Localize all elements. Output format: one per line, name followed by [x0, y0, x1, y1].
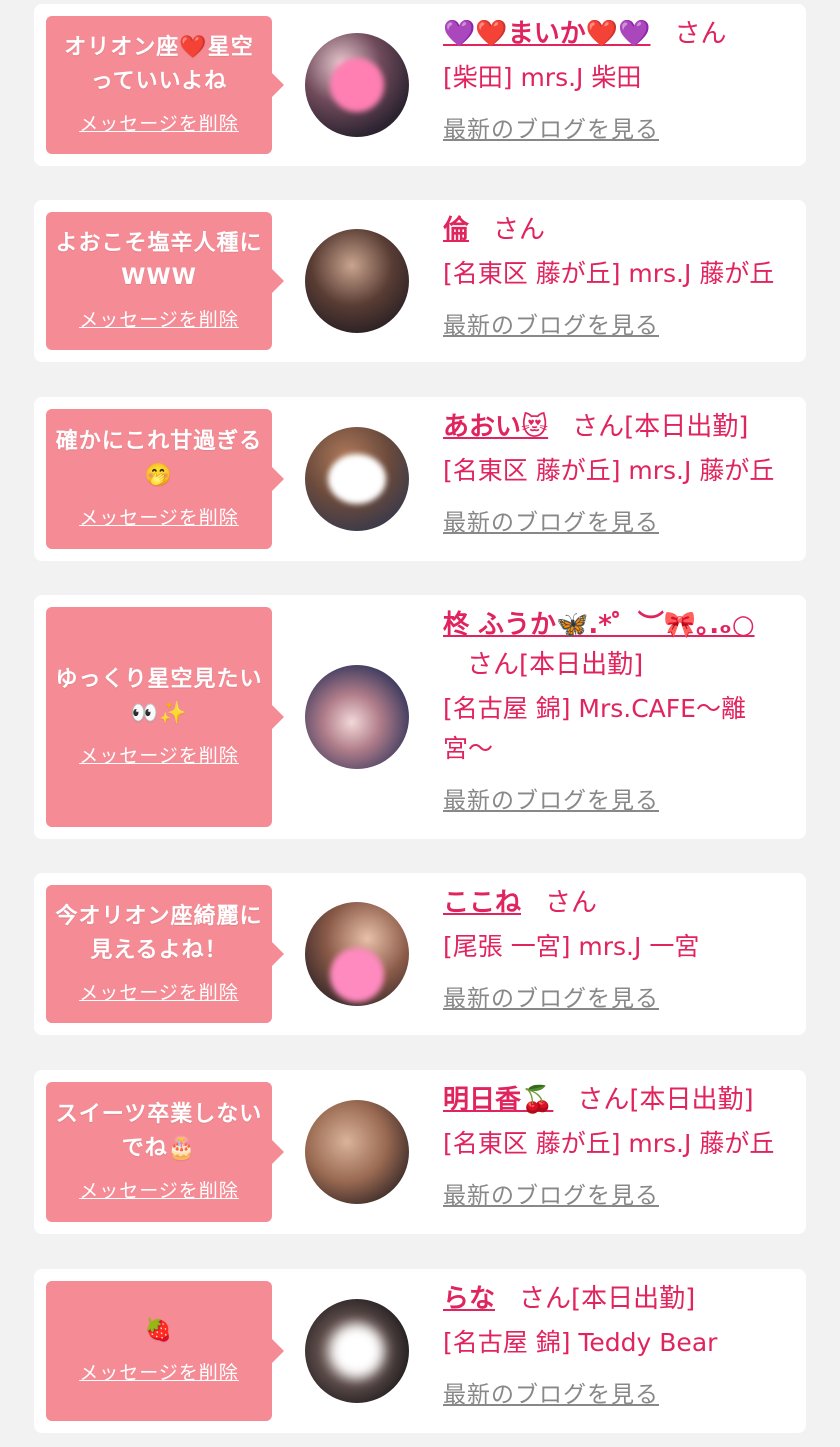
status-badge: [本日出勤] [571, 1284, 696, 1314]
message-bubble: 確かにこれ甘過ぎる🤭 メッセージを削除 [46, 409, 284, 549]
status-badge: [本日出勤] [629, 1085, 754, 1115]
message-bubble: ゆっくり星空見たい👀✨ メッセージを削除 [46, 607, 284, 827]
delete-message-link[interactable]: メッセージを削除 [79, 305, 239, 332]
cast-name-link[interactable]: 明日香🍒 [443, 1085, 553, 1115]
profile-info: らな さん[本日出勤] [名古屋 錦] Teddy Bear 最新のブログを見る [443, 1279, 792, 1409]
latest-blog-link[interactable]: 最新のブログを見る [443, 306, 659, 340]
shop-name: [名東区 藤が丘] mrs.J 藤が丘 [443, 456, 775, 485]
message-bubble: オリオン座❤️星空っていいよね メッセージを削除 [46, 16, 284, 154]
latest-blog-link[interactable]: 最新のブログを見る [443, 110, 659, 144]
message-text: よおこそ塩辛人種にWWW [55, 230, 263, 290]
profile-info: ここね さん [尾張 一宮] mrs.J 一宮 最新のブログを見る [443, 883, 792, 1013]
cast-name-link[interactable]: ここね [443, 888, 521, 918]
delete-message-link[interactable]: メッセージを削除 [79, 1176, 239, 1203]
honorific: さん [577, 1085, 630, 1115]
latest-blog-link[interactable]: 最新のブログを見る [443, 1375, 659, 1409]
profile-info: あおい😻 さん[本日出勤] [名東区 藤が丘] mrs.J 藤が丘 最新のブログを… [443, 407, 792, 537]
cast-name-link[interactable]: らな [443, 1284, 495, 1314]
latest-blog-link[interactable]: 最新のブログを見る [443, 979, 659, 1013]
delete-message-link[interactable]: メッセージを削除 [79, 978, 239, 1005]
cast-name-link[interactable]: 倫 [443, 215, 469, 245]
delete-message-link[interactable]: メッセージを削除 [79, 109, 239, 136]
profile-info: 柊 ふうか🦋.*゜︶🎀｡.ₒ○ さん[本日出勤] [名古屋 錦] Mrs.CAFE… [443, 605, 792, 815]
shop-name: [名東区 藤が丘] mrs.J 藤が丘 [443, 1129, 775, 1158]
message-list: オリオン座❤️星空っていいよね メッセージを削除 💜❤️まいか❤️💜 さん [柴田… [0, 0, 840, 1447]
heart-sticker-icon [328, 454, 386, 504]
message-bubble: スイーツ卒業しないでね🎂 メッセージを削除 [46, 1082, 284, 1222]
message-card: 確かにこれ甘過ぎる🤭 メッセージを削除 あおい😻 さん[本日出勤] [名東区 藤が… [34, 397, 806, 561]
message-text: オリオン座❤️星空っていいよね [64, 34, 254, 94]
message-card: 今オリオン座綺麗に見えるよね！ メッセージを削除 ここね さん [尾張 一宮] m… [34, 873, 806, 1035]
message-text: ゆっくり星空見たい👀✨ [55, 666, 263, 726]
latest-blog-link[interactable]: 最新のブログを見る [443, 503, 659, 537]
honorific: さん [674, 19, 727, 49]
shop-name: [柴田] mrs.J 柴田 [443, 63, 642, 92]
honorific: さん [493, 215, 546, 245]
message-card: ゆっくり星空見たい👀✨ メッセージを削除 柊 ふうか🦋.*゜︶🎀｡.ₒ○ さん[本… [34, 595, 806, 839]
honorific: さん [545, 888, 598, 918]
honorific: さん [467, 650, 520, 680]
avatar[interactable] [305, 1100, 409, 1204]
message-text: スイーツ卒業しないでね🎂 [55, 1101, 263, 1161]
message-card: 🍓 メッセージを削除 らな さん[本日出勤] [名古屋 錦] Teddy Bear… [34, 1269, 806, 1433]
message-text: 今オリオン座綺麗に見えるよね！ [55, 903, 263, 963]
honorific: さん [519, 1284, 572, 1314]
avatar[interactable] [305, 33, 409, 137]
avatar[interactable] [305, 902, 409, 1006]
shop-name: [名古屋 錦] Teddy Bear [443, 1328, 718, 1357]
message-bubble: 🍓 メッセージを削除 [46, 1281, 284, 1421]
message-bubble: 今オリオン座綺麗に見えるよね！ メッセージを削除 [46, 885, 284, 1023]
delete-message-link[interactable]: メッセージを削除 [79, 741, 239, 768]
shop-name: [名東区 藤が丘] mrs.J 藤が丘 [443, 259, 775, 288]
message-bubble: よおこそ塩辛人種にWWW メッセージを削除 [46, 212, 284, 350]
delete-message-link[interactable]: メッセージを削除 [79, 1358, 239, 1385]
heart-sticker-icon [330, 947, 384, 1002]
message-card: よおこそ塩辛人種にWWW メッセージを削除 倫さん [名東区 藤が丘] mrs.… [34, 200, 806, 362]
avatar[interactable] [305, 427, 409, 531]
avatar[interactable] [305, 1299, 409, 1403]
heart-sticker-icon [330, 58, 384, 112]
message-text: 確かにこれ甘過ぎる🤭 [55, 428, 263, 488]
profile-info: 明日香🍒 さん[本日出勤] [名東区 藤が丘] mrs.J 藤が丘 最新のブログを… [443, 1080, 792, 1210]
message-text: 🍓 [144, 1317, 174, 1343]
avatar[interactable] [305, 229, 409, 333]
message-card: スイーツ卒業しないでね🎂 メッセージを削除 明日香🍒 さん[本日出勤] [名東区 … [34, 1070, 806, 1234]
delete-message-link[interactable]: メッセージを削除 [79, 503, 239, 530]
honorific: さん [572, 412, 625, 442]
status-badge: [本日出勤] [519, 650, 644, 680]
status-badge: [本日出勤] [624, 412, 749, 442]
latest-blog-link[interactable]: 最新のブログを見る [443, 781, 659, 815]
cast-name-link[interactable]: あおい😻 [443, 412, 548, 442]
avatar[interactable] [305, 665, 409, 769]
latest-blog-link[interactable]: 最新のブログを見る [443, 1176, 659, 1210]
blur-sticker-icon [330, 1324, 384, 1378]
shop-name: [名古屋 錦] Mrs.CAFE〜離宮〜 [443, 694, 746, 763]
profile-info: 倫さん [名東区 藤が丘] mrs.J 藤が丘 最新のブログを見る [443, 210, 792, 340]
shop-name: [尾張 一宮] mrs.J 一宮 [443, 932, 700, 961]
message-card: オリオン座❤️星空っていいよね メッセージを削除 💜❤️まいか❤️💜 さん [柴田… [34, 4, 806, 166]
cast-name-link[interactable]: 柊 ふうか🦋.*゜︶🎀｡.ₒ○ [443, 610, 755, 640]
cast-name-link[interactable]: 💜❤️まいか❤️💜 [443, 19, 651, 49]
profile-info: 💜❤️まいか❤️💜 さん [柴田] mrs.J 柴田 最新のブログを見る [443, 14, 792, 144]
